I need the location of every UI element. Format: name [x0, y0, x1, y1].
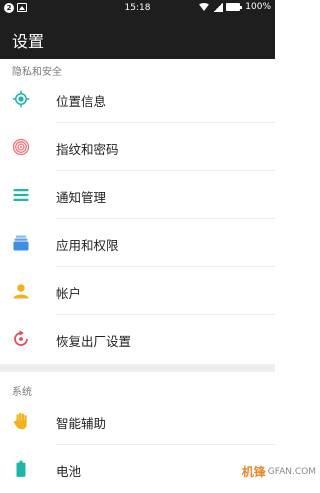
settings-item-label: 帐户 — [56, 283, 81, 302]
notification-list-icon — [12, 186, 30, 204]
section-separator — [0, 364, 275, 372]
settings-item-label: 电池 — [56, 461, 81, 480]
hand-icon — [12, 412, 30, 430]
settings-item-apps[interactable]: 应用和权限 — [0, 219, 275, 267]
settings-item-smart-assist[interactable]: 智能辅助 — [0, 397, 275, 445]
settings-item-account[interactable]: 帐户 — [0, 267, 275, 315]
section-header-system: 系统 — [12, 383, 32, 398]
app-bar: 设置 — [0, 17, 275, 59]
battery-icon — [226, 3, 240, 11]
settings-item-fingerprint[interactable]: 指纹和密码 — [0, 123, 275, 171]
settings-item-label: 指纹和密码 — [56, 139, 119, 158]
wifi-icon — [198, 3, 210, 11]
settings-item-location[interactable]: 位置信息 — [0, 75, 275, 123]
settings-item-factory-reset[interactable]: 恢复出厂设置 — [0, 315, 275, 363]
settings-item-label: 通知管理 — [56, 187, 106, 206]
apps-stack-icon — [12, 234, 30, 252]
settings-item-label: 恢复出厂设置 — [56, 331, 131, 350]
watermark: 机锋 GFAN.COM — [242, 463, 316, 480]
watermark-text: GFAN.COM — [268, 467, 316, 477]
battery-icon — [12, 460, 30, 478]
account-icon — [12, 282, 30, 300]
status-bar: 2 15:18 100% — [0, 0, 275, 17]
signal-icon — [213, 3, 223, 12]
factory-reset-icon — [12, 330, 30, 348]
settings-item-battery[interactable]: 电池 — [0, 445, 275, 493]
battery-percent: 100% — [245, 2, 271, 12]
page-title: 设置 — [12, 28, 44, 52]
watermark-logo: 机锋 — [242, 463, 266, 480]
settings-item-label: 位置信息 — [56, 91, 106, 110]
location-icon — [12, 90, 30, 108]
settings-item-label: 应用和权限 — [56, 235, 119, 254]
settings-item-label: 智能辅助 — [56, 413, 106, 432]
fingerprint-icon — [12, 138, 30, 156]
settings-item-notifications[interactable]: 通知管理 — [0, 171, 275, 219]
